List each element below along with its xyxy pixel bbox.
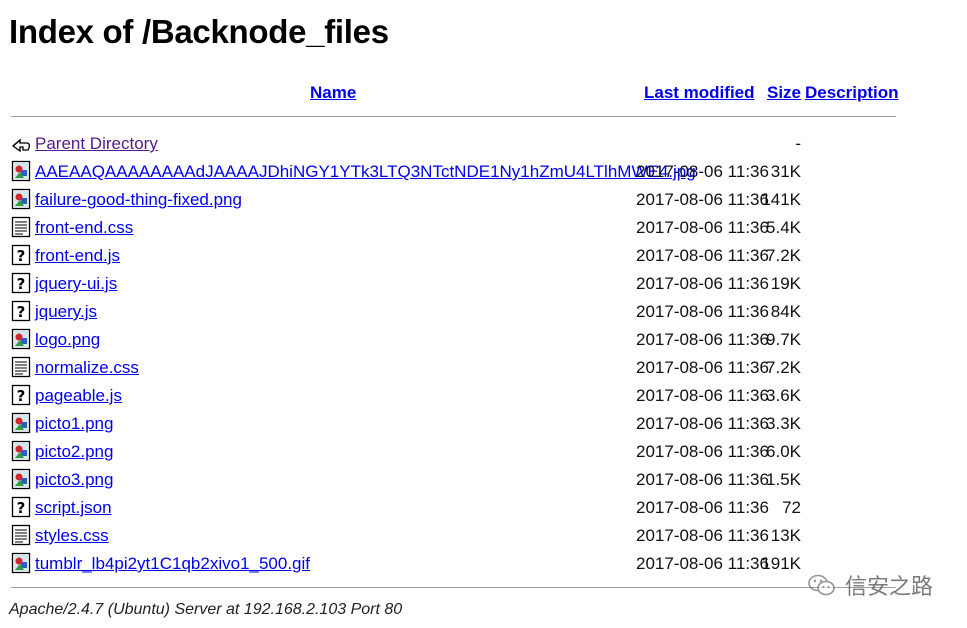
image-file-icon[interactable] [11, 328, 31, 350]
unknown-file-icon[interactable]: ? [11, 384, 31, 406]
file-row: ? jquery.js 2017-08-06 11:36 84K [0, 300, 967, 330]
svg-text:?: ? [17, 275, 26, 293]
size-value: 5.4K [766, 218, 801, 237]
last-modified-value: 2017-08-06 11:36 [636, 218, 769, 237]
sort-by-size-link[interactable]: Size [767, 83, 801, 102]
file-row: ? script.json 2017-08-06 11:36 72 [0, 496, 967, 526]
column-header-name[interactable]: Name [310, 82, 356, 104]
last-modified-value: 2017-08-06 11:36 [636, 190, 769, 209]
image-file-icon[interactable] [11, 412, 31, 434]
size-value: - [795, 134, 801, 153]
last-modified-value: 2017-08-06 11:36 [636, 386, 769, 405]
file-row: picto3.png 2017-08-06 11:36 1.5K [0, 468, 967, 498]
file-link[interactable]: picto2.png [35, 442, 113, 462]
file-link[interactable]: failure-good-thing-fixed.png [35, 190, 242, 210]
last-modified-value: 2017-08-06 11:36 [636, 358, 769, 377]
size-value: 191K [761, 554, 801, 573]
last-modified-value: 2017-08-06 11:36 [636, 554, 769, 573]
sort-by-last-modified-link[interactable]: Last modified [644, 83, 755, 102]
size-value: 141K [761, 190, 801, 209]
last-modified-value: 2017-08-06 11:36 [636, 302, 769, 321]
last-modified-value: 2017-08-06 11:36 [636, 526, 769, 545]
file-link[interactable]: pageable.js [35, 386, 122, 406]
image-file-icon[interactable] [11, 468, 31, 490]
watermark-text: 信安之路 [845, 575, 934, 600]
file-link[interactable]: script.json [35, 498, 112, 518]
page-title: Index of /Backnode_files [9, 13, 389, 50]
unknown-file-icon[interactable]: ? [11, 272, 31, 294]
sort-by-name-link[interactable]: Name [310, 83, 356, 102]
size-value: 19K [770, 274, 801, 293]
file-link[interactable]: styles.css [35, 526, 109, 546]
svg-text:?: ? [17, 247, 26, 265]
last-modified-value: 2017-08-06 11:36 [636, 162, 769, 181]
last-modified-value: 2017-08-06 11:36 [636, 470, 769, 489]
file-row: picto2.png 2017-08-06 11:36 6.0K [0, 440, 967, 470]
file-link[interactable]: picto3.png [35, 470, 113, 490]
text-file-icon[interactable] [11, 216, 31, 238]
parent-directory-row: Parent Directory - [0, 134, 967, 162]
file-row: AAEAAQAAAAAAAAdJAAAAJDhiNGY1YTk3LTQ3NTct… [0, 160, 967, 190]
file-row: logo.png 2017-08-06 11:36 9.7K [0, 328, 967, 358]
column-header-last-modified[interactable]: Last modified [644, 82, 755, 104]
size-value: 1.5K [766, 470, 801, 489]
image-file-icon[interactable] [11, 440, 31, 462]
last-modified-value: 2017-08-06 11:36 [636, 442, 769, 461]
unknown-file-icon[interactable]: ? [11, 496, 31, 518]
size-value: 7.2K [766, 358, 801, 377]
wechat-icon [808, 574, 835, 596]
header-divider [11, 116, 896, 117]
column-header-description[interactable]: Description [805, 82, 899, 104]
file-link[interactable]: AAEAAQAAAAAAAAdJAAAAJDhiNGY1YTk3LTQ3NTct… [35, 162, 696, 182]
svg-text:?: ? [17, 387, 26, 405]
size-value: 31K [770, 162, 801, 181]
file-link[interactable]: logo.png [35, 330, 100, 350]
size-value: 84K [770, 302, 801, 321]
image-file-icon[interactable] [11, 188, 31, 210]
back-icon[interactable] [11, 132, 31, 154]
file-row: failure-good-thing-fixed.png 2017-08-06 1… [0, 188, 967, 218]
image-file-icon[interactable] [11, 160, 31, 182]
last-modified-value: 2017-08-06 11:36 [636, 330, 769, 349]
file-link[interactable]: jquery-ui.js [35, 274, 117, 294]
file-link[interactable]: picto1.png [35, 414, 113, 434]
file-row: ? front-end.js 2017-08-06 11:36 7.2K [0, 244, 967, 274]
text-file-icon[interactable] [11, 524, 31, 546]
size-value: 6.0K [766, 442, 801, 461]
file-row: styles.css 2017-08-06 11:36 13K [0, 524, 967, 554]
size-value: 13K [770, 526, 801, 545]
text-file-icon[interactable] [11, 356, 31, 378]
svg-text:?: ? [17, 499, 26, 517]
file-row: ? pageable.js 2017-08-06 11:36 3.6K [0, 384, 967, 414]
sort-by-description-link[interactable]: Description [805, 83, 899, 102]
last-modified-value: 2017-08-06 11:36 [636, 274, 769, 293]
unknown-file-icon[interactable]: ? [11, 300, 31, 322]
file-link[interactable]: front-end.css [35, 218, 133, 238]
file-row: picto1.png 2017-08-06 11:36 3.3K [0, 412, 967, 442]
parent-directory-link[interactable]: Parent Directory [35, 134, 158, 154]
last-modified-value: 2017-08-06 11:36 [636, 498, 769, 517]
footer-divider [11, 587, 896, 588]
image-file-icon[interactable] [11, 552, 31, 574]
column-header-size[interactable]: Size [767, 82, 801, 104]
watermark: 信安之路 [807, 568, 947, 602]
file-link[interactable]: front-end.js [35, 246, 120, 266]
file-link[interactable]: normalize.css [35, 358, 139, 378]
file-link[interactable]: tumblr_lb4pi2yt1C1qb2xivo1_500.gif [35, 554, 310, 574]
server-signature: Apache/2.4.7 (Ubuntu) Server at 192.168.… [9, 601, 403, 618]
size-value: 3.6K [766, 386, 801, 405]
last-modified-value: 2017-08-06 11:36 [636, 246, 769, 265]
file-row: front-end.css 2017-08-06 11:36 5.4K [0, 216, 967, 246]
size-value: 9.7K [766, 330, 801, 349]
file-row: ? jquery-ui.js 2017-08-06 11:36 19K [0, 272, 967, 302]
file-row: normalize.css 2017-08-06 11:36 7.2K [0, 356, 967, 386]
size-value: 7.2K [766, 246, 801, 265]
svg-text:?: ? [17, 303, 26, 321]
size-value: 72 [782, 498, 801, 517]
unknown-file-icon[interactable]: ? [11, 244, 31, 266]
last-modified-value: 2017-08-06 11:36 [636, 414, 769, 433]
file-link[interactable]: jquery.js [35, 302, 97, 322]
size-value: 3.3K [766, 414, 801, 433]
